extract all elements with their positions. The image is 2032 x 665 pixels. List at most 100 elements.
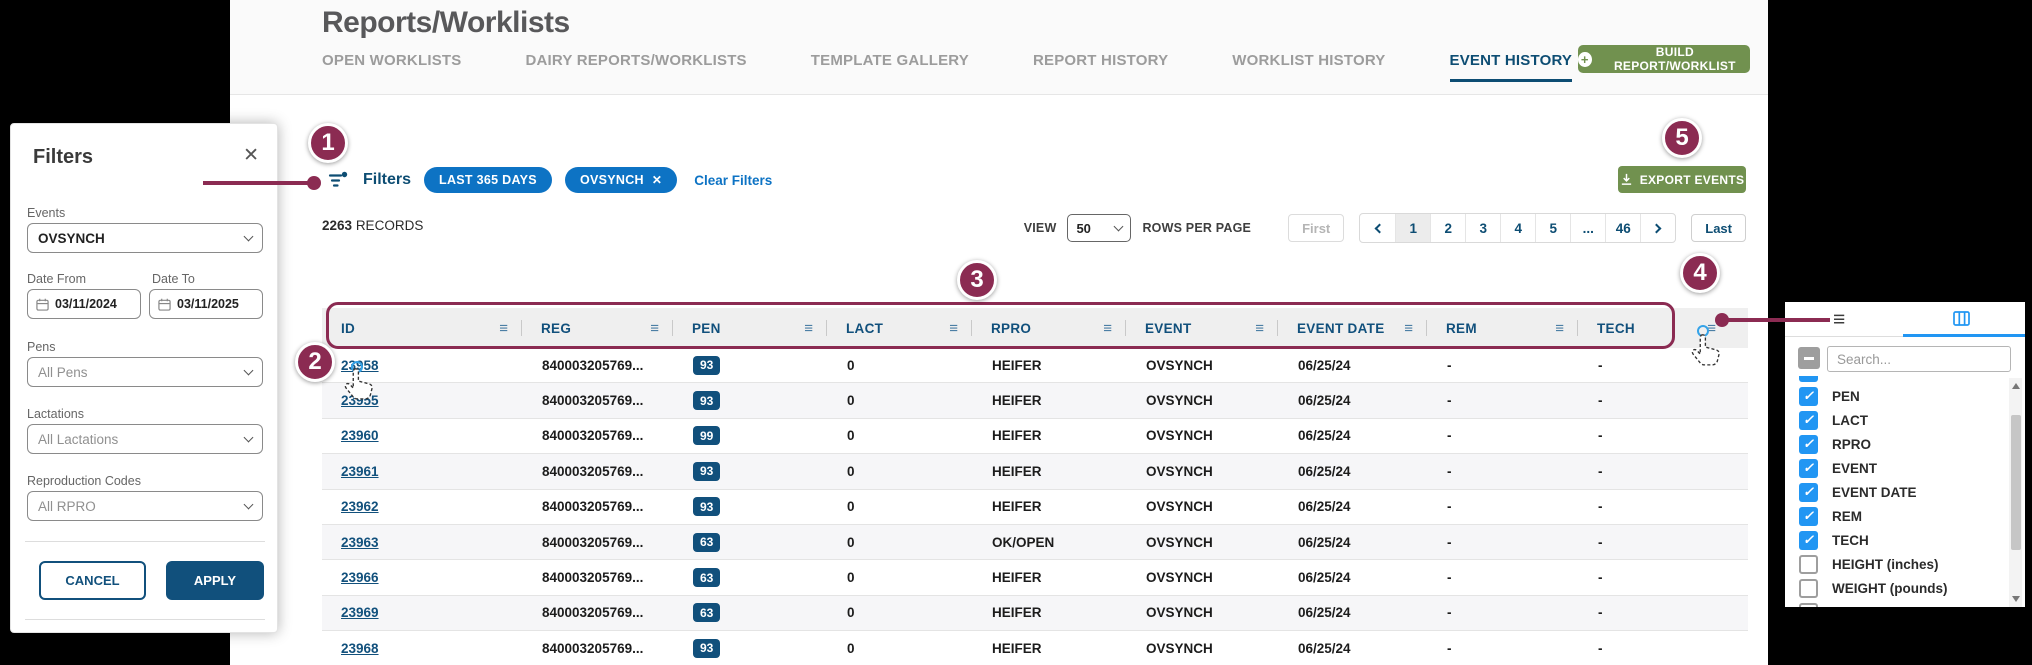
column-header-pen[interactable]: PEN≡ [673,308,827,348]
page-button-3[interactable]: 3 [1465,214,1500,242]
close-icon[interactable]: ✕ [243,144,259,167]
chip-label: LAST 365 DAYS [439,173,537,187]
tab-dairy-reports-worklists[interactable]: DAIRY REPORTS/WORKLISTS [525,52,746,79]
clear-filters-link[interactable]: Clear Filters [694,173,772,188]
pen-badge: 93 [693,497,720,516]
page-button-46[interactable]: 46 [1605,214,1640,242]
column-option-height[interactable]: HEIGHT (inches) [1785,552,2007,576]
cancel-button[interactable]: CANCEL [39,561,146,600]
checkbox-unchecked-icon[interactable] [1799,579,1818,598]
scroll-up-icon[interactable] [2012,383,2020,389]
table-row[interactable]: 23955 840003205769... 93 0 HEIFER OVSYNC… [322,383,1748,418]
annotation-callout-1: 1 [308,123,348,163]
column-option-lact[interactable]: ✓LACT [1785,408,2007,432]
table-row[interactable]: 23969 840003205769... 63 0 HEIFER OVSYNC… [322,596,1748,631]
table-row[interactable]: 23963 840003205769... 63 0 OK/OPEN OVSYN… [322,525,1748,560]
build-report-worklist-button[interactable]: + BUILD REPORT/WORKLIST [1578,45,1750,73]
animal-id-link[interactable]: 23961 [341,464,379,479]
animal-id-link[interactable]: 23966 [341,570,379,585]
column-menu-icon[interactable]: ≡ [650,321,659,336]
column-menu-icon[interactable]: ≡ [1404,321,1413,336]
page-button-2[interactable]: 2 [1430,214,1465,242]
date-to-field[interactable]: 03/11/2025 [149,289,263,319]
column-menu-icon[interactable]: ≡ [949,321,958,336]
column-menu-icon[interactable]: ≡ [1555,321,1564,336]
tab-template-gallery[interactable]: TEMPLATE GALLERY [811,52,969,79]
reproduction-codes-select[interactable]: All RPRO [27,491,263,521]
column-menu-icon[interactable]: ≡ [804,321,813,336]
column-menu-icon[interactable]: ≡ [1103,321,1112,336]
date-from-field[interactable]: 03/11/2024 [27,289,141,319]
rem-cell: - [1427,535,1578,550]
page-button-5[interactable]: 5 [1535,214,1570,242]
column-option-event-date[interactable]: ✓EVENT DATE [1785,480,2007,504]
table-row[interactable]: 23962 840003205769... 93 0 HEIFER OVSYNC… [322,490,1748,525]
export-events-button[interactable]: EXPORT EVENTS [1618,166,1746,193]
checkbox-checked-icon[interactable]: ✓ [1799,435,1818,454]
checkbox-checked-icon[interactable]: ✓ [1799,387,1818,406]
column-header-event[interactable]: EVENT≡ [1126,308,1278,348]
animal-id-link[interactable]: 23960 [341,428,379,443]
checkbox-checked-icon[interactable]: ✓ [1799,376,1818,382]
page-button-1[interactable]: 1 [1395,214,1430,242]
column-option-rem[interactable]: ✓REM [1785,504,2007,528]
table-row[interactable]: 23968 840003205769... 93 0 HEIFER OVSYNC… [322,631,1748,665]
apply-button[interactable]: APPLY [166,561,264,600]
checkbox-checked-icon[interactable]: ✓ [1799,507,1818,526]
tab-open-worklists[interactable]: OPEN WORKLISTS [322,52,461,79]
column-option-tech[interactable]: ✓TECH [1785,528,2007,552]
tab-event-history[interactable]: EVENT HISTORY [1450,52,1573,82]
animal-id-link[interactable]: 23969 [341,605,379,620]
table-row[interactable]: 23958 840003205769... 93 0 HEIFER OVSYNC… [322,348,1748,383]
column-option-rpro[interactable]: ✓RPRO [1785,432,2007,456]
tab-worklist-history[interactable]: WORKLIST HISTORY [1232,52,1385,79]
column-header-reg[interactable]: REG≡ [522,308,673,348]
animal-id-link[interactable]: 23968 [341,641,379,656]
columns-tab-icon[interactable] [1953,311,1970,331]
page-button-4[interactable]: 4 [1500,214,1535,242]
events-select[interactable]: OVSYNCH [27,223,263,253]
menu-tab-icon[interactable]: ≡ [1833,308,1845,332]
column-search-input[interactable] [1827,346,2011,372]
last-page-button[interactable]: Last [1691,214,1746,242]
checkbox-checked-icon[interactable]: ✓ [1799,411,1818,430]
checkbox-unchecked-icon[interactable] [1799,603,1818,608]
column-header-lact[interactable]: LACT≡ [827,308,972,348]
tab-report-history[interactable]: REPORT HISTORY [1033,52,1168,79]
table-row[interactable]: 23961 840003205769... 93 0 HEIFER OVSYNC… [322,454,1748,489]
filter-funnel-icon[interactable] [328,171,350,190]
animal-id-link[interactable]: 23963 [341,535,379,550]
column-header-rpro[interactable]: RPRO≡ [972,308,1126,348]
lactations-select[interactable]: All Lactations [27,424,263,454]
column-menu-icon[interactable]: ≡ [499,321,508,336]
first-page-button[interactable]: First [1288,214,1344,242]
scroll-down-icon[interactable] [2012,596,2020,602]
chip-close-icon[interactable]: ✕ [652,173,662,187]
pens-select[interactable]: All Pens [27,357,263,387]
scrollbar[interactable] [2009,378,2022,607]
column-menu-icon[interactable]: ≡ [1255,321,1264,336]
column-header-id[interactable]: ID≡ [322,308,522,348]
column-option-pen[interactable]: ✓PEN [1785,384,2007,408]
column-header-rem[interactable]: REM≡ [1427,308,1578,348]
column-option-partial[interactable]: ✓ [1785,376,2007,384]
table-row[interactable]: 23960 840003205769... 99 0 HEIFER OVSYNC… [322,419,1748,454]
filter-chip-ovsynch[interactable]: OVSYNCH ✕ [565,167,677,193]
rem-cell: - [1427,570,1578,585]
checkbox-unchecked-icon[interactable] [1799,555,1818,574]
prev-page-button[interactable] [1360,214,1395,242]
checkbox-checked-icon[interactable]: ✓ [1799,459,1818,478]
checkbox-checked-icon[interactable]: ✓ [1799,531,1818,550]
column-option-partial[interactable] [1785,600,2007,607]
filter-chip-last-365-days[interactable]: LAST 365 DAYS [424,167,552,193]
scrollbar-thumb[interactable] [2011,415,2021,550]
page-size-select[interactable]: 50 [1067,214,1131,242]
select-all-checkbox-indeterminate[interactable] [1798,347,1820,369]
next-page-button[interactable] [1640,214,1675,242]
animal-id-link[interactable]: 23962 [341,499,379,514]
checkbox-checked-icon[interactable]: ✓ [1799,483,1818,502]
column-option-event[interactable]: ✓EVENT [1785,456,2007,480]
column-option-weight[interactable]: WEIGHT (pounds) [1785,576,2007,600]
column-header-event-date[interactable]: EVENT DATE≡ [1278,308,1427,348]
table-row[interactable]: 23966 840003205769... 63 0 HEIFER OVSYNC… [322,560,1748,595]
